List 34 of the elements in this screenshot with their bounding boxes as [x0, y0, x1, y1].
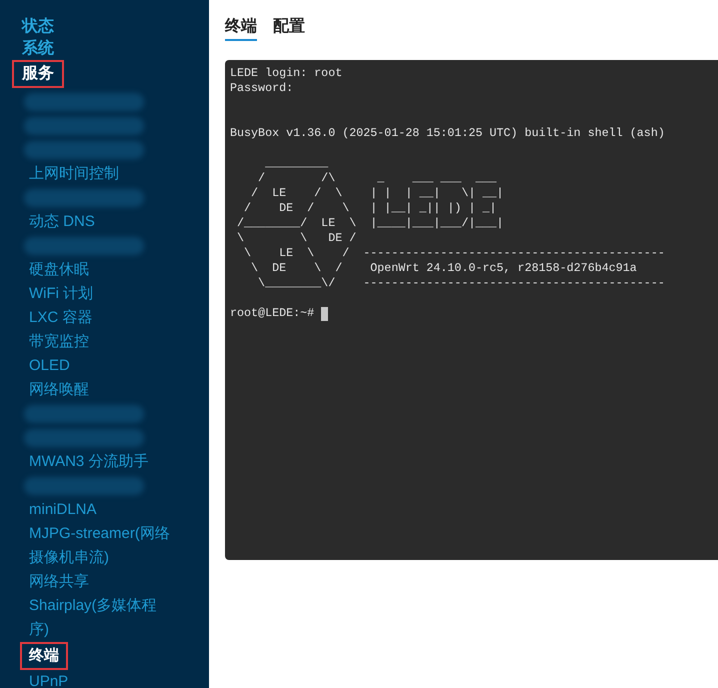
- nav-item[interactable]: UPnP: [29, 670, 68, 688]
- nav-item[interactable]: 网络唤醒: [29, 378, 89, 402]
- nav-item[interactable]: 硬盘休眠: [29, 258, 89, 282]
- nav-item[interactable]: OLED: [29, 354, 70, 378]
- terminal-line: /________/ LE \ |____|___|___/|___|: [236, 216, 505, 231]
- nav-item[interactable]: miniDLNA: [29, 498, 97, 522]
- nav-item[interactable]: 上网时间控制: [29, 162, 119, 186]
- terminal-line: Password:: [230, 81, 294, 96]
- nav-item[interactable]: MWAN3 分流助手: [29, 450, 148, 474]
- terminal-panel[interactable]: [225, 60, 718, 560]
- terminal-line: LEDE login: root: [230, 66, 344, 81]
- nav-item[interactable]: LXC 容器: [29, 306, 92, 330]
- nav-item[interactable]: Shairplay(多媒体程序): [29, 594, 174, 642]
- terminal-line: \ \ DE /: [236, 231, 358, 246]
- terminal-line: / LE / \ | | | __| \| __|: [250, 186, 505, 201]
- tab[interactable]: 配置: [273, 16, 305, 41]
- tab[interactable]: 终端: [225, 16, 257, 41]
- nav-section[interactable]: 状态: [22, 16, 54, 38]
- nav-item[interactable]: 带宽监控: [29, 330, 89, 354]
- nav-item[interactable]: 终端: [20, 642, 68, 670]
- terminal-line: \ DE \ / OpenWrt 24.10.0-rc5, r28158-d276b4c91a: [250, 261, 638, 276]
- terminal-line: \ LE \ / -------------------------------------------: [243, 246, 666, 261]
- nav-section[interactable]: 系统: [22, 38, 54, 60]
- nav-item[interactable]: WiFi 计划: [29, 282, 94, 306]
- nav-section[interactable]: 服务: [12, 60, 64, 88]
- terminal-line: / /\ _ ___ ___ ___: [257, 171, 498, 186]
- terminal-line: _________: [264, 156, 330, 171]
- nav-item[interactable]: 动态 DNS: [29, 210, 95, 234]
- nav-item[interactable]: 网络共享: [29, 570, 89, 594]
- nav-item[interactable]: MJPG-streamer(网络摄像机串流): [29, 522, 174, 570]
- terminal-line: / DE / \ | |__| _|| |) | _|: [243, 201, 498, 216]
- terminal-prompt: root@LEDE:~#: [230, 306, 314, 321]
- terminal-line: BusyBox v1.36.0 (2025-01-28 15:01:25 UTC) built-in shell (ash): [230, 126, 666, 141]
- terminal-line: \________\/ -------------------------------------------: [257, 276, 666, 291]
